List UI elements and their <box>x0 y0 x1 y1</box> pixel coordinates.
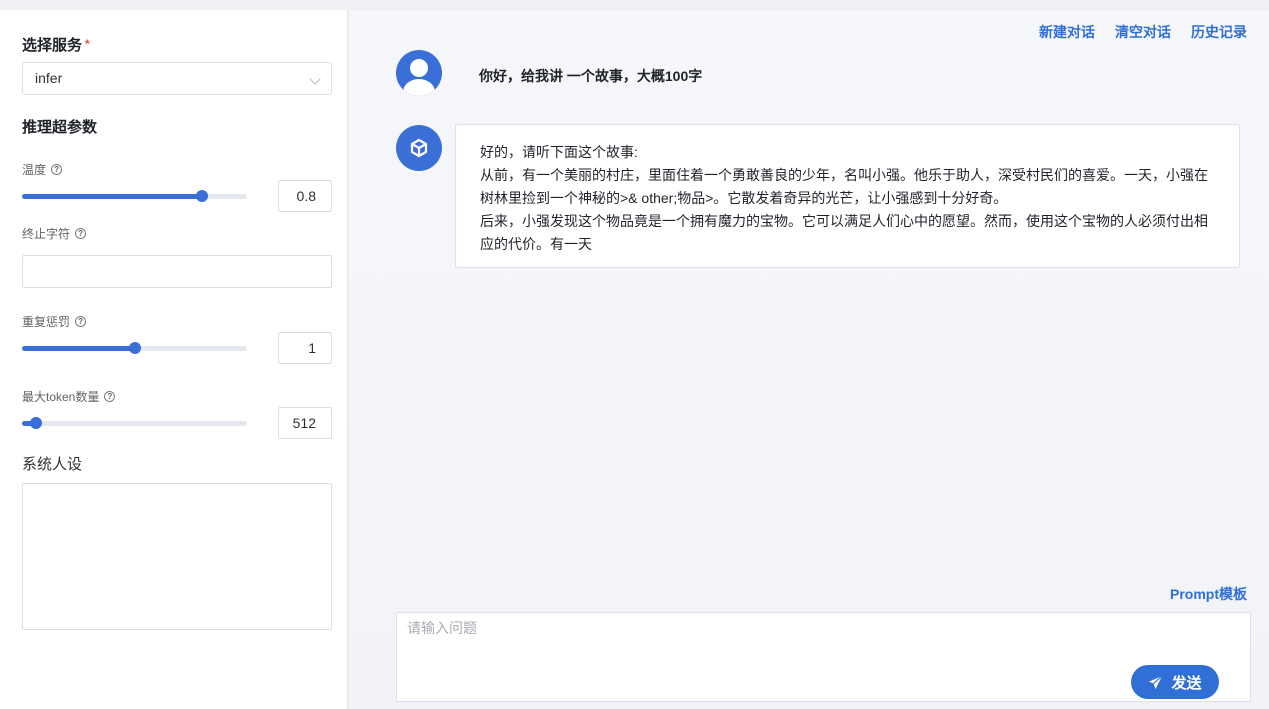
required-mark: * <box>85 37 90 51</box>
new-chat-button[interactable]: 新建对话 <box>1039 22 1095 42</box>
paper-plane-icon <box>1149 675 1163 689</box>
slider-fill <box>22 346 135 351</box>
clear-chat-button[interactable]: 清空对话 <box>1115 22 1171 42</box>
repeat-penalty-slider[interactable] <box>22 341 247 355</box>
help-icon[interactable]: ? <box>75 316 87 327</box>
service-select[interactable]: infer <box>22 62 332 95</box>
cube-icon <box>410 138 428 158</box>
send-button-label: 发送 <box>1171 674 1202 692</box>
slider-handle[interactable] <box>29 417 42 429</box>
temperature-label-text: 温度 <box>22 163 47 177</box>
chevron-down-icon <box>309 73 321 85</box>
persona-textarea[interactable] <box>22 483 332 630</box>
slider-track <box>22 421 247 426</box>
send-button[interactable]: 发送 <box>1131 665 1219 699</box>
user-message: 你好，给我讲 一个故事，大概100字 <box>479 68 703 84</box>
user-avatar-icon <box>396 50 442 96</box>
repeat-penalty-input[interactable]: 1 <box>278 332 332 364</box>
bot-message-line: 从前，有一个美丽的村庄，里面住着一个勇敢善良的少年，名叫小强。他乐于助人，深受村… <box>480 167 1208 206</box>
slider-handle[interactable] <box>196 190 208 202</box>
avatar-body <box>403 79 435 96</box>
chat-panel: 新建对话 清空对话 历史记录 你好，给我讲 一个故事，大概100字 好的，请听下… <box>349 10 1269 709</box>
avatar-head <box>410 59 428 77</box>
stop-sequence-input[interactable] <box>22 255 332 288</box>
prompt-template-link[interactable]: Prompt模板 <box>1170 584 1247 604</box>
help-icon[interactable]: ? <box>104 391 116 402</box>
temperature-slider[interactable] <box>22 189 247 203</box>
temperature-label: 温度 ? <box>22 161 63 178</box>
stop-sequence-label: 终止字符 ? <box>22 225 87 242</box>
max-tokens-label-text: 最大token数量 <box>22 390 100 404</box>
max-tokens-label: 最大token数量 ? <box>22 388 116 405</box>
bot-message-line: 好的，请听下面这个故事: <box>480 144 638 160</box>
stop-sequence-label-text: 终止字符 <box>22 227 71 241</box>
bot-message-line: 后来，小强发现这个物品竟是一个拥有魔力的宝物。它可以满足人们心中的愿望。然而，使… <box>480 213 1208 252</box>
bot-message: 好的，请听下面这个故事: 从前，有一个美丽的村庄，里面住着一个勇敢善良的少年，名… <box>455 124 1240 268</box>
help-icon[interactable]: ? <box>51 164 63 175</box>
help-icon[interactable]: ? <box>75 228 87 239</box>
max-tokens-input[interactable]: 512 <box>278 407 332 439</box>
temperature-input[interactable]: 0.8 <box>278 180 332 212</box>
repeat-penalty-label-text: 重复惩罚 <box>22 315 71 329</box>
bot-avatar <box>396 125 442 171</box>
service-select-value: infer <box>35 70 63 86</box>
chat-actions: 新建对话 清空对话 历史记录 <box>1039 22 1247 42</box>
persona-label: 系统人设 <box>22 456 83 473</box>
history-button[interactable]: 历史记录 <box>1191 22 1247 42</box>
service-title-text: 选择服务 <box>22 37 83 54</box>
settings-panel: 选择服务 * infer 推理超参数 温度 ? 0.8 终止字符 ? 重复惩罚 ?… <box>0 10 348 709</box>
service-title: 选择服务 * <box>22 34 90 55</box>
repeat-penalty-label: 重复惩罚 ? <box>22 313 87 330</box>
question-placeholder: 请输入问题 <box>407 620 477 636</box>
slider-fill <box>22 194 202 199</box>
question-input[interactable]: 请输入问题 发送 <box>396 612 1251 702</box>
slider-handle[interactable] <box>128 342 141 354</box>
max-tokens-slider[interactable] <box>22 416 247 430</box>
params-title: 推理超参数 <box>22 119 98 136</box>
